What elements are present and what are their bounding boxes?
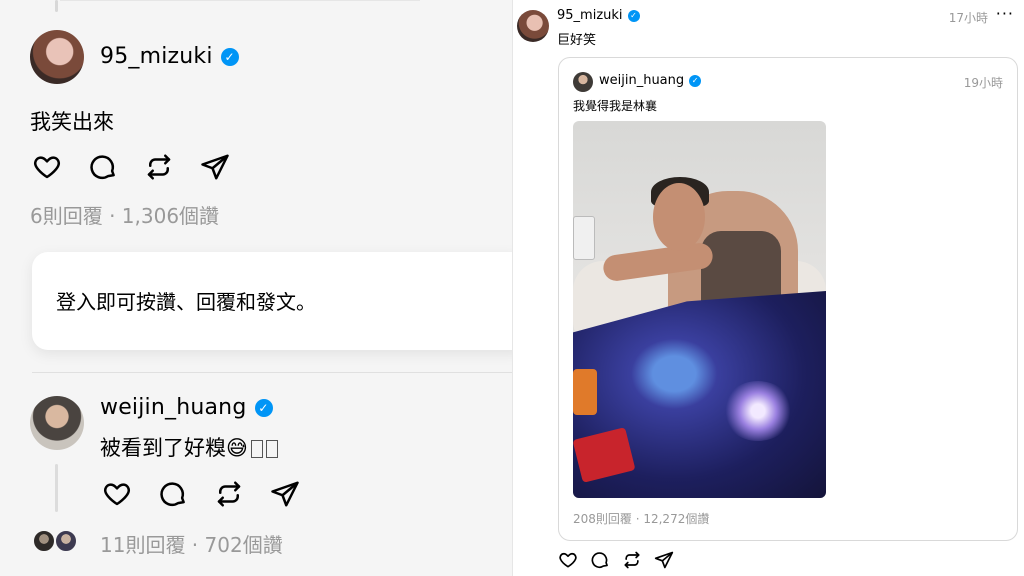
photo-snack-bag xyxy=(573,369,597,415)
thread-connector xyxy=(55,464,58,512)
thread-connector-top xyxy=(55,0,58,12)
username[interactable]: 95_mizuki xyxy=(557,8,623,23)
heart-icon[interactable] xyxy=(32,152,62,182)
missing-glyph-icon xyxy=(265,440,278,458)
username[interactable]: 95_mizuki xyxy=(100,44,213,69)
replier-avatar xyxy=(54,529,78,553)
reply-stats[interactable]: 11則回覆 · 702個讚 xyxy=(100,529,283,558)
post-time[interactable]: 17小時 xyxy=(949,9,988,26)
quoted-time[interactable]: 19小時 xyxy=(964,74,1003,91)
share-icon[interactable] xyxy=(270,479,300,509)
share-icon[interactable] xyxy=(200,152,230,182)
avatar-weijin-huang[interactable] xyxy=(573,72,593,92)
quoted-text: 我覺得我是林襄 xyxy=(573,99,658,113)
comment-icon[interactable] xyxy=(590,550,610,570)
post-author[interactable]: 95_mizuki ✓ xyxy=(557,8,640,23)
panel-border xyxy=(512,0,513,576)
repost-icon[interactable] xyxy=(622,550,642,570)
reply-actions xyxy=(102,479,300,509)
photo-head xyxy=(653,183,705,251)
login-prompt-card[interactable]: 登入即可按讚、回覆和發文。 xyxy=(32,252,512,350)
username[interactable]: weijin_huang xyxy=(599,73,684,88)
comment-icon[interactable] xyxy=(88,152,118,182)
divider xyxy=(32,372,512,373)
post-actions xyxy=(32,152,230,182)
missing-glyph-icon xyxy=(250,440,263,458)
reply-author[interactable]: weijin_huang ✓ xyxy=(100,395,273,420)
quoted-post-card[interactable]: weijin_huang ✓ 19小時 我覺得我是林襄 208則回覆 · 12,… xyxy=(558,57,1018,541)
post-text: 我笑出來 xyxy=(30,110,114,134)
post-photo[interactable] xyxy=(573,121,826,498)
login-prompt-text[interactable]: 登入即可按讚、回覆和發文。 xyxy=(56,286,316,315)
quoted-author[interactable]: weijin_huang ✓ xyxy=(599,73,702,88)
avatar-weijin-huang[interactable] xyxy=(30,396,84,450)
comment-icon[interactable] xyxy=(158,479,188,509)
left-thread-panel: 95_mizuki ✓ 我笑出來 6則回覆 · 1,306個讚 登入即可按讚、回… xyxy=(0,0,512,576)
replier-avatar xyxy=(32,529,56,553)
avatar-95-mizuki[interactable] xyxy=(517,10,549,42)
share-icon[interactable] xyxy=(654,550,674,570)
post-author[interactable]: 95_mizuki ✓ xyxy=(100,44,239,69)
repost-icon[interactable] xyxy=(144,152,174,182)
top-divider xyxy=(60,0,420,10)
repost-icon[interactable] xyxy=(214,479,244,509)
avatar-95-mizuki[interactable] xyxy=(30,30,84,84)
quoted-stats[interactable]: 208則回覆 · 12,272個讚 xyxy=(573,510,709,527)
screenshot-root: 95_mizuki ✓ 我笑出來 6則回覆 · 1,306個讚 登入即可按讚、回… xyxy=(0,0,1024,576)
reply-text: 被看到了好糗😅 xyxy=(100,432,278,462)
verified-badge-icon: ✓ xyxy=(689,74,702,87)
photo-cup xyxy=(573,216,595,260)
more-options-icon[interactable]: ··· xyxy=(996,4,1014,23)
verified-badge-icon: ✓ xyxy=(220,47,239,66)
verified-badge-icon: ✓ xyxy=(254,398,273,417)
photo-blanket-glow xyxy=(723,381,793,441)
post-actions xyxy=(558,550,674,570)
heart-icon[interactable] xyxy=(558,550,578,570)
heart-icon[interactable] xyxy=(102,479,132,509)
right-post-panel: 95_mizuki ✓ 17小時 ··· 巨好笑 weijin_huang ✓ … xyxy=(512,0,1024,576)
post-stats[interactable]: 6則回覆 · 1,306個讚 xyxy=(30,200,219,229)
username[interactable]: weijin_huang xyxy=(100,395,247,420)
reply-text-content: 被看到了好糗😅 xyxy=(100,436,248,460)
post-text: 巨好笑 xyxy=(557,33,597,48)
verified-badge-icon: ✓ xyxy=(627,9,640,22)
